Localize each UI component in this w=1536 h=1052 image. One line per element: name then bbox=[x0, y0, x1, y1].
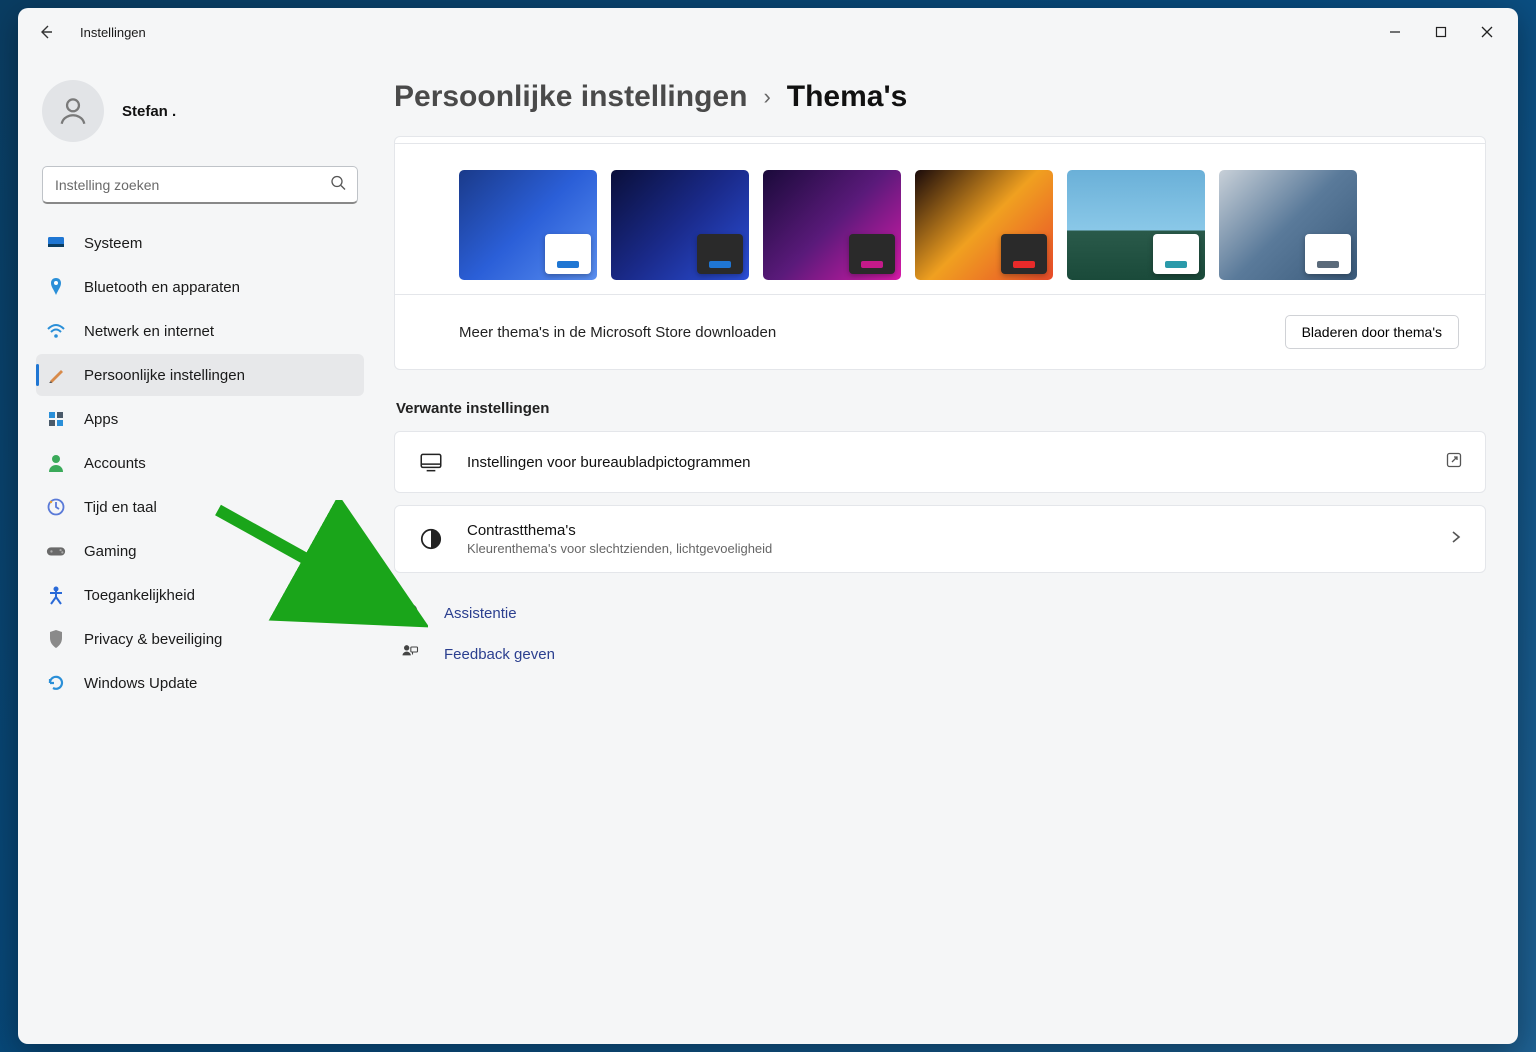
theme-chip bbox=[697, 234, 743, 274]
nav-icon bbox=[46, 585, 66, 605]
theme-chip bbox=[849, 234, 895, 274]
avatar bbox=[42, 80, 104, 142]
maximize-button[interactable] bbox=[1418, 12, 1464, 52]
content: Persoonlijke instellingen › Thema's Meer… bbox=[378, 56, 1518, 1044]
search-input[interactable] bbox=[42, 166, 358, 204]
sidebar-item-personalization[interactable]: Persoonlijke instellingen bbox=[36, 354, 364, 396]
chevron-right-icon: › bbox=[763, 84, 770, 110]
nav-icon bbox=[46, 321, 66, 341]
nav-list: Systeem Bluetooth en apparaten Netwerk en … bbox=[36, 222, 364, 704]
sidebar-item-accessibility[interactable]: Toegankelijkheid bbox=[36, 574, 364, 616]
theme-option-0[interactable] bbox=[459, 170, 597, 280]
contrast-themes-card[interactable]: Contrastthema's Kleurenthema's voor slec… bbox=[394, 505, 1486, 573]
sidebar-item-accounts[interactable]: Accounts bbox=[36, 442, 364, 484]
nav-label: Gaming bbox=[84, 543, 137, 560]
theme-chip bbox=[1153, 234, 1199, 274]
sidebar-item-gaming[interactable]: Gaming bbox=[36, 530, 364, 572]
nav-icon bbox=[46, 365, 66, 385]
nav-label: Netwerk en internet bbox=[84, 323, 214, 340]
nav-label: Toegankelijkheid bbox=[84, 587, 195, 604]
help-list: Assistentie Feedback geven bbox=[400, 593, 1486, 675]
card-sublabel: Kleurenthema's voor slechtzienden, licht… bbox=[467, 541, 1427, 556]
related-title: Verwante instellingen bbox=[396, 400, 1486, 417]
theme-option-5[interactable] bbox=[1219, 170, 1357, 280]
nav-icon bbox=[46, 277, 66, 297]
theme-chip bbox=[1001, 234, 1047, 274]
close-button[interactable] bbox=[1464, 12, 1510, 52]
nav-icon bbox=[46, 409, 66, 429]
nav-label: Tijd en taal bbox=[84, 499, 157, 516]
settings-window: Instellingen Stefan . bbox=[18, 8, 1518, 1044]
contrast-icon bbox=[417, 525, 445, 553]
nav-icon bbox=[46, 629, 66, 649]
theme-option-2[interactable] bbox=[763, 170, 901, 280]
search-wrap bbox=[42, 166, 358, 204]
nav-icon bbox=[46, 453, 66, 473]
sidebar-item-time[interactable]: Tijd en taal bbox=[36, 486, 364, 528]
nav-label: Persoonlijke instellingen bbox=[84, 367, 245, 384]
nav-label: Systeem bbox=[84, 235, 142, 252]
nav-icon bbox=[46, 673, 66, 693]
sidebar-item-privacy[interactable]: Privacy & beveiliging bbox=[36, 618, 364, 660]
help-icon bbox=[400, 601, 422, 626]
nav-label: Accounts bbox=[84, 455, 146, 472]
card-label: Contrastthema's bbox=[467, 522, 1427, 539]
theme-chip bbox=[545, 234, 591, 274]
nav-label: Bluetooth en apparaten bbox=[84, 279, 240, 296]
help-label: Assistentie bbox=[444, 605, 517, 622]
feedback-icon bbox=[400, 642, 422, 667]
nav-label: Windows Update bbox=[84, 675, 197, 692]
window-title: Instellingen bbox=[80, 25, 146, 40]
back-button[interactable] bbox=[26, 12, 66, 52]
popout-icon bbox=[1445, 451, 1463, 474]
sidebar-item-bluetooth[interactable]: Bluetooth en apparaten bbox=[36, 266, 364, 308]
nav-label: Privacy & beveiliging bbox=[84, 631, 222, 648]
sidebar-item-system[interactable]: Systeem bbox=[36, 222, 364, 264]
themes-panel: Meer thema's in de Microsoft Store downl… bbox=[394, 136, 1486, 370]
sidebar-item-apps[interactable]: Apps bbox=[36, 398, 364, 440]
titlebar: Instellingen bbox=[18, 8, 1518, 56]
monitor-icon bbox=[417, 448, 445, 476]
nav-icon bbox=[46, 541, 66, 561]
user-row[interactable]: Stefan . bbox=[36, 68, 364, 162]
nav-label: Apps bbox=[84, 411, 118, 428]
store-bar: Meer thema's in de Microsoft Store downl… bbox=[395, 294, 1485, 369]
help-label: Feedback geven bbox=[444, 646, 555, 663]
theme-chip bbox=[1305, 234, 1351, 274]
sidebar-item-network[interactable]: Netwerk en internet bbox=[36, 310, 364, 352]
breadcrumb: Persoonlijke instellingen › Thema's bbox=[394, 80, 1486, 114]
sidebar-item-windows-update[interactable]: Windows Update bbox=[36, 662, 364, 704]
minimize-button[interactable] bbox=[1372, 12, 1418, 52]
theme-option-3[interactable] bbox=[915, 170, 1053, 280]
desktop-icon-settings-card[interactable]: Instellingen voor bureaubladpictogrammen bbox=[394, 431, 1486, 493]
breadcrumb-current: Thema's bbox=[787, 80, 908, 114]
theme-option-1[interactable] bbox=[611, 170, 749, 280]
search-icon bbox=[330, 175, 346, 196]
nav-icon bbox=[46, 233, 66, 253]
store-text: Meer thema's in de Microsoft Store downl… bbox=[459, 324, 776, 341]
help-feedback[interactable]: Feedback geven bbox=[400, 634, 1486, 675]
breadcrumb-parent[interactable]: Persoonlijke instellingen bbox=[394, 80, 747, 114]
user-name: Stefan . bbox=[122, 103, 176, 120]
themes-grid bbox=[395, 143, 1485, 294]
nav-icon bbox=[46, 497, 66, 517]
help-assistance[interactable]: Assistentie bbox=[400, 593, 1486, 634]
theme-option-4[interactable] bbox=[1067, 170, 1205, 280]
sidebar: Stefan . Systeem Bluetooth en apparaten Ne… bbox=[18, 56, 378, 1044]
card-label: Instellingen voor bureaubladpictogrammen bbox=[467, 454, 1423, 471]
browse-themes-button[interactable]: Bladeren door thema's bbox=[1285, 315, 1459, 349]
chevron-right-icon bbox=[1449, 530, 1463, 549]
